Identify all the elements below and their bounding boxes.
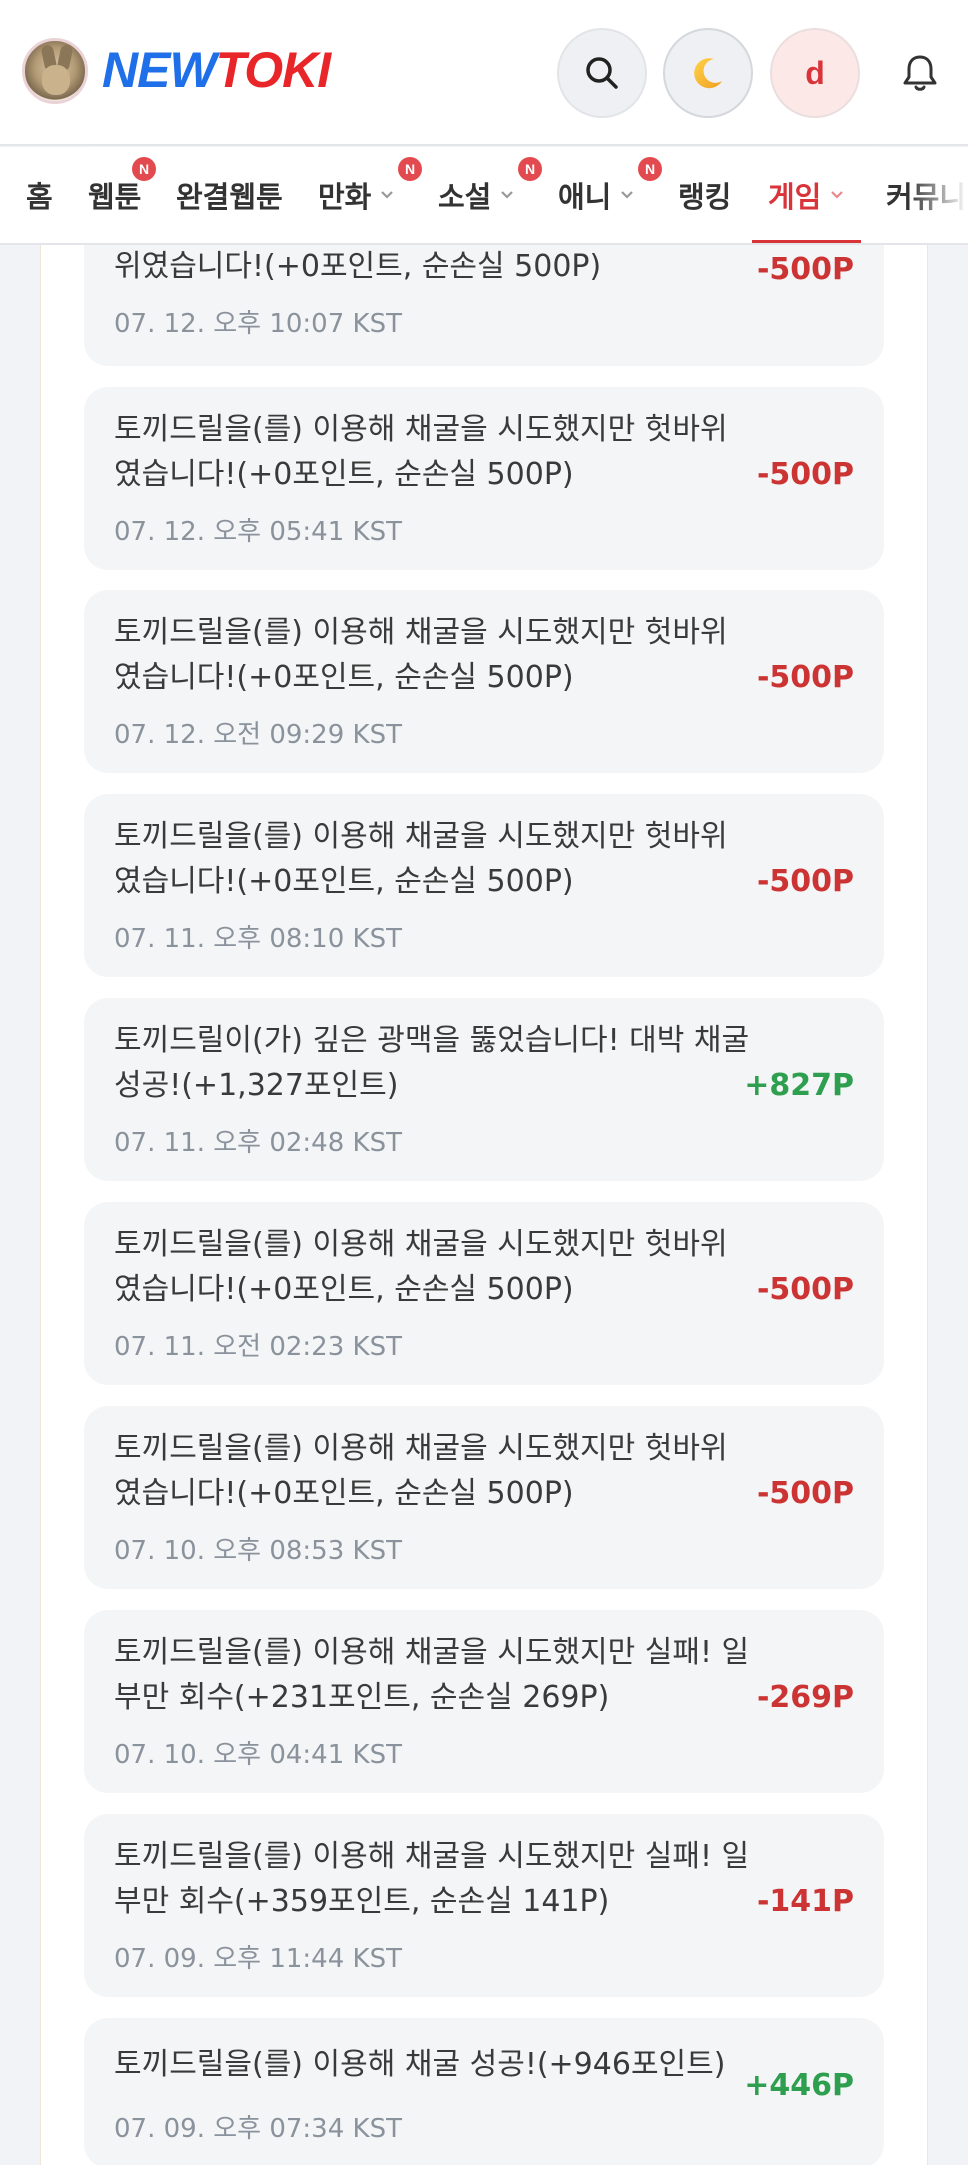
new-badge: N xyxy=(132,157,156,181)
history-timestamp: 07. 11. 오후 02:48 KST xyxy=(114,1128,402,1158)
history-description: 토끼드릴이(가) 깊은 광맥을 뚫었습니다! 대박 채굴 성공!(+1,327포… xyxy=(114,1023,750,1103)
history-item: 토끼드릴을(를) 이용해 채굴을 시도했지만 실패! 일부만 회수(+359포인… xyxy=(84,1814,884,1997)
logo-mascot-icon[interactable] xyxy=(22,38,88,104)
chevron-down-icon xyxy=(621,191,634,199)
nav-item-label: 게임 xyxy=(768,180,822,214)
history-timestamp: 07. 12. 오후 05:41 KST xyxy=(114,517,402,547)
search-button[interactable] xyxy=(557,28,647,118)
history-timestamp: 07. 10. 오후 08:53 KST xyxy=(114,1536,402,1566)
nav-item-anime[interactable]: 애니 N xyxy=(558,147,662,243)
new-badge: N xyxy=(638,157,662,181)
history-description: 토끼드릴을(를) 이용해 채굴을 시도했지만 헛바위였습니다!(+0포인트, 순… xyxy=(114,412,728,492)
history-amount: -500P xyxy=(756,457,854,492)
history-item: 토끼드릴을(를) 이용해 채굴을 시도했지만 헛바위였습니다!(+0포인트, 순… xyxy=(84,387,884,570)
theme-toggle-button[interactable] xyxy=(663,28,753,118)
history-description: 위였습니다!(+0포인트, 순손실 500P) xyxy=(114,249,602,284)
logo-text-new: NEW xyxy=(102,42,217,98)
history-amount: -500P xyxy=(756,1476,854,1511)
chevron-down-icon xyxy=(831,191,844,199)
history-timestamp: 07. 11. 오후 08:10 KST xyxy=(114,924,402,954)
nav-item-completed-webtoon[interactable]: 완결웹툰 xyxy=(176,147,283,243)
nav-item-label: 웹툰 xyxy=(88,180,142,214)
history-timestamp: 07. 11. 오전 02:23 KST xyxy=(114,1332,402,1362)
notifications-button[interactable] xyxy=(875,28,965,118)
nav-item-game[interactable]: 게임 xyxy=(752,147,862,243)
nav-item-label: 애니 xyxy=(558,180,612,214)
history-description: 토끼드릴을(를) 이용해 채굴을 시도했지만 실패! 일부만 회수(+231포인… xyxy=(114,1635,750,1715)
history-description: 토끼드릴을(를) 이용해 채굴을 시도했지만 실패! 일부만 회수(+359포인… xyxy=(114,1839,750,1919)
nav-item-label: 랭킹 xyxy=(678,180,732,214)
history-amount: -500P xyxy=(756,1272,854,1307)
history-item: 토끼드릴이(가) 깊은 광맥을 뚫었습니다! 대박 채굴 성공!(+1,327포… xyxy=(84,998,884,1181)
history-description: 토끼드릴을(를) 이용해 채굴을 시도했지만 헛바위였습니다!(+0포인트, 순… xyxy=(114,1227,728,1307)
nav-item-home[interactable]: 홈 xyxy=(26,147,53,243)
history-item: 토끼드릴을(를) 이용해 채굴을 시도했지만 헛바위였습니다!(+0포인트, 순… xyxy=(84,590,884,773)
history-description: 토끼드릴을(를) 이용해 채굴을 시도했지만 헛바위였습니다!(+0포인트, 순… xyxy=(114,1431,728,1511)
moon-icon xyxy=(694,58,722,89)
user-initial: d xyxy=(805,54,825,91)
nav-item-novel[interactable]: 소설 N xyxy=(438,147,542,243)
history-timestamp: 07. 12. 오전 09:29 KST xyxy=(114,720,402,750)
main-nav: 홈 웹툰 N 완결웹툰 만화 N 소설 N 애니 N 랭킹 게임 커뮤니 xyxy=(0,147,968,245)
chevron-down-icon xyxy=(501,191,514,199)
history-amount: -141P xyxy=(756,1884,854,1919)
nav-scroll-fade xyxy=(908,147,968,243)
new-badge: N xyxy=(518,157,542,181)
history-item: 토끼드릴을(를) 이용해 채굴을 시도했지만 헛바위였습니다!(+0포인트, 순… xyxy=(84,794,884,977)
history-description: 토끼드릴을(를) 이용해 채굴을 시도했지만 헛바위였습니다!(+0포인트, 순… xyxy=(114,819,728,899)
nav-item-manga[interactable]: 만화 N xyxy=(318,147,422,243)
history-timestamp: 07. 10. 오후 04:41 KST xyxy=(114,1740,402,1770)
history-description: 토끼드릴을(를) 이용해 채굴 성공!(+946포인트) xyxy=(114,2047,726,2082)
history-amount: -500P xyxy=(756,252,854,287)
site-header: NEWTOKI d xyxy=(0,0,968,146)
nav-item-label: 만화 xyxy=(318,180,372,214)
user-avatar-button[interactable]: d xyxy=(770,28,860,118)
nav-item-webtoon[interactable]: 웹툰 N xyxy=(88,147,156,243)
history-description: 토끼드릴을(를) 이용해 채굴을 시도했지만 헛바위였습니다!(+0포인트, 순… xyxy=(114,615,728,695)
nav-item-label: 완결웹툰 xyxy=(176,180,283,214)
history-timestamp: 07. 09. 오후 11:44 KST xyxy=(114,1944,402,1974)
history-item: 토끼드릴을(를) 이용해 채굴을 시도했지만 헛바위였습니다!(+0포인트, 순… xyxy=(84,1202,884,1385)
site-logo[interactable]: NEWTOKI xyxy=(102,40,332,100)
history-timestamp: 07. 09. 오후 07:34 KST xyxy=(114,2114,402,2144)
history-amount: -500P xyxy=(756,660,854,695)
bell-icon xyxy=(903,55,937,91)
history-item: 토끼드릴을(를) 이용해 채굴을 시도했지만 헛바위였습니다!(+0포인트, 순… xyxy=(84,1406,884,1589)
search-icon xyxy=(586,57,618,89)
nav-item-label: 홈 xyxy=(26,180,53,214)
history-timestamp: 07. 12. 오후 10:07 KST xyxy=(114,309,402,339)
history-amount: -269P xyxy=(756,1680,854,1715)
history-amount: -500P xyxy=(756,864,854,899)
nav-item-ranking[interactable]: 랭킹 xyxy=(678,147,731,243)
nav-item-label: 소설 xyxy=(438,180,492,214)
chevron-down-icon xyxy=(381,191,394,199)
history-item: 토끼드릴을(를) 이용해 채굴 성공!(+946포인트) 07. 09. 오후 0… xyxy=(84,2018,884,2165)
history-amount: +446P xyxy=(744,2068,854,2103)
history-item: 토끼드릴을(를) 이용해 채굴을 시도했지만 실패! 일부만 회수(+231포인… xyxy=(84,1610,884,1793)
history-amount: +827P xyxy=(744,1068,854,1103)
new-badge: N xyxy=(398,157,422,181)
logo-text-toki: TOKI xyxy=(215,42,332,98)
